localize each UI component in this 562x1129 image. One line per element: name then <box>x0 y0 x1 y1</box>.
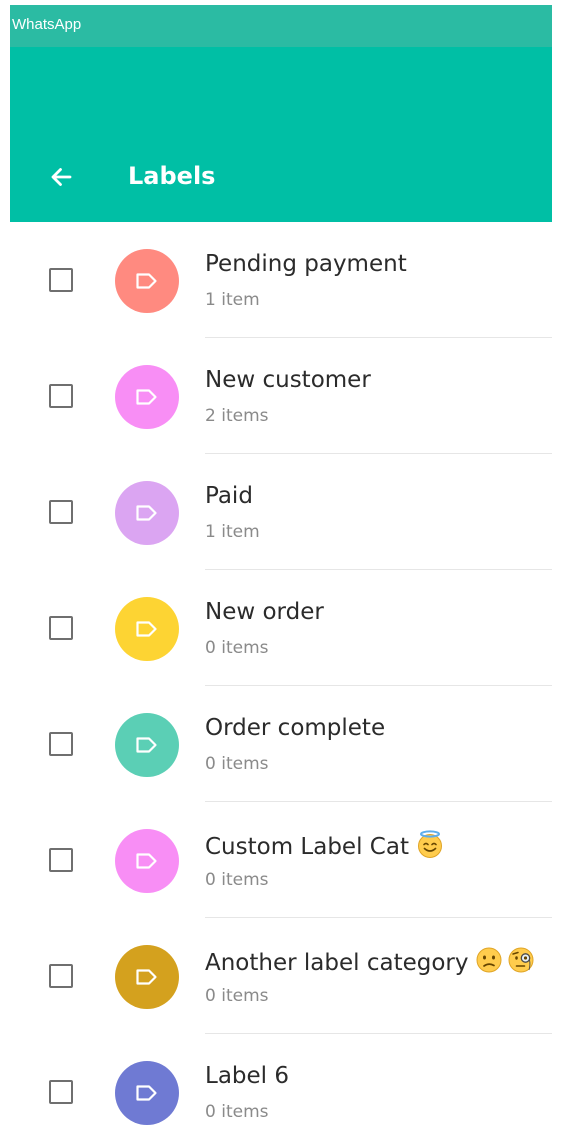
label-item-count: 1 item <box>205 522 260 542</box>
label-item-count: 0 items <box>205 986 269 1006</box>
label-name-text: Another label category <box>205 950 469 976</box>
label-row[interactable]: Paid 1 item <box>10 454 552 570</box>
label-name-text: New customer <box>205 367 371 393</box>
label-avatar <box>115 713 179 777</box>
label-avatar <box>115 481 179 545</box>
label-name: Paid <box>205 481 253 511</box>
label-name: New customer <box>205 365 371 395</box>
label-name-text: Order complete <box>205 715 386 741</box>
label-avatar <box>115 597 179 661</box>
label-row[interactable]: Another label category 0 items <box>10 918 552 1034</box>
page-title: Labels <box>128 162 216 190</box>
window-title: WhatsApp <box>12 16 82 33</box>
label-item-count: 2 items <box>205 406 269 426</box>
label-row[interactable]: Pending payment 1 item <box>10 222 552 338</box>
app-bar: Labels <box>10 47 552 222</box>
label-name: Pending payment <box>205 249 407 279</box>
label-item-count: 0 items <box>205 754 269 774</box>
label-checkbox[interactable] <box>49 964 73 988</box>
label-avatar <box>115 1061 179 1125</box>
label-item-count: 0 items <box>205 870 269 890</box>
label-name: Order complete <box>205 713 385 743</box>
label-row[interactable]: Custom Label Cat 0 items <box>10 802 552 918</box>
title-bar: WhatsApp <box>10 5 552 47</box>
confused-face-icon <box>474 945 504 975</box>
label-checkbox[interactable] <box>49 268 73 292</box>
label-name: Label 6 <box>205 1061 289 1091</box>
smiling-face-with-halo-icon <box>415 829 445 859</box>
label-name: Another label category <box>205 945 536 978</box>
label-checkbox[interactable] <box>49 384 73 408</box>
label-row[interactable]: New customer 2 items <box>10 338 552 454</box>
label-name-text: Paid <box>205 483 253 509</box>
label-item-count: 0 items <box>205 638 269 658</box>
label-row[interactable]: New order 0 items <box>10 570 552 686</box>
whatsapp-window: WhatsApp Labels Pending payment 1 item New… <box>10 5 552 1129</box>
face-with-monocle-icon <box>506 945 536 975</box>
label-checkbox[interactable] <box>49 616 73 640</box>
label-row[interactable]: Label 6 0 items <box>10 1034 552 1129</box>
label-avatar <box>115 249 179 313</box>
label-checkbox[interactable] <box>49 1080 73 1104</box>
back-button[interactable] <box>40 155 84 199</box>
label-item-count: 1 item <box>205 290 260 310</box>
label-name-text: Label 6 <box>205 1063 289 1089</box>
arrow-left-icon <box>51 168 72 186</box>
label-avatar <box>115 945 179 1009</box>
label-checkbox[interactable] <box>49 732 73 756</box>
label-avatar <box>115 365 179 429</box>
label-name-text: Custom Label Cat <box>205 834 409 860</box>
label-row[interactable]: Order complete 0 items <box>10 686 552 802</box>
label-name: Custom Label Cat <box>205 829 445 862</box>
label-avatar <box>115 829 179 893</box>
label-name: New order <box>205 597 324 627</box>
label-item-count: 0 items <box>205 1102 269 1122</box>
label-checkbox[interactable] <box>49 848 73 872</box>
label-name-text: New order <box>205 599 324 625</box>
label-checkbox[interactable] <box>49 500 73 524</box>
label-name-text: Pending payment <box>205 251 407 277</box>
